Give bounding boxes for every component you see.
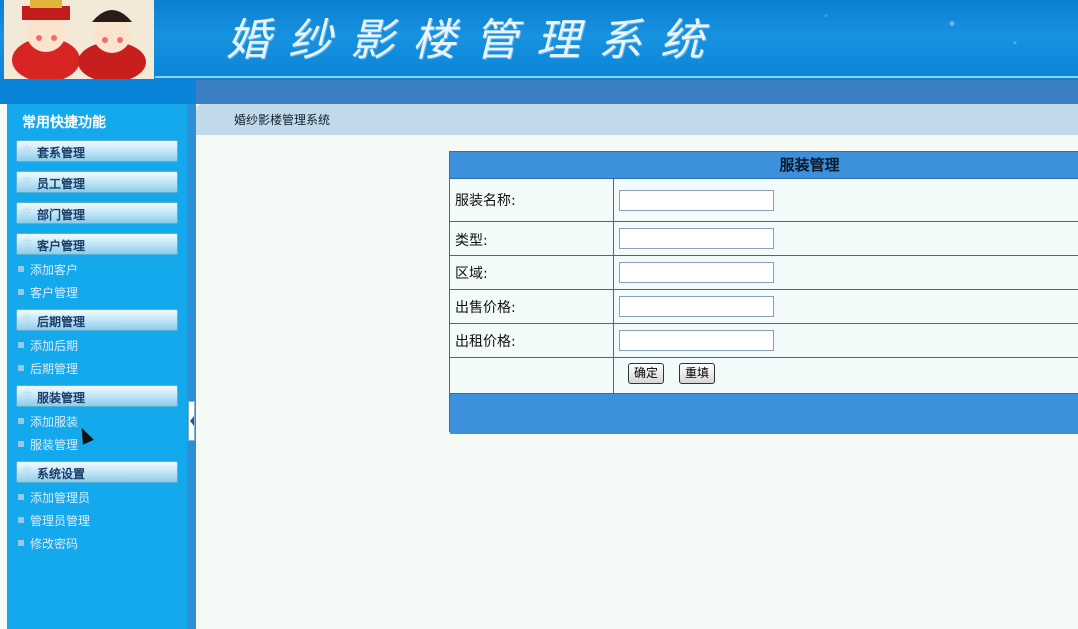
sidebar-category-staff[interactable]: ☆ 员工管理	[16, 171, 178, 193]
form-row-type: 类型:	[450, 221, 1078, 256]
sidebar-category-label: 客户管理	[37, 239, 86, 253]
top-nav-bar	[0, 80, 1078, 104]
bullet-icon	[18, 494, 24, 500]
area-input[interactable]	[619, 262, 774, 283]
sidebar-category-label: 部门管理	[37, 208, 86, 222]
sidebar-item-label: 客户管理	[30, 286, 79, 300]
sidebar-item-label: 修改密码	[30, 537, 79, 551]
sidebar-category-postproduction[interactable]: ☆ 后期管理	[16, 309, 178, 331]
bullet-icon	[18, 266, 24, 272]
star-icon: ☆	[21, 236, 33, 251]
sidebar-category-label: 系统设置	[37, 467, 86, 481]
sidebar-item-label: 服装管理	[30, 438, 79, 452]
field-label: 类型:	[455, 233, 488, 249]
type-input[interactable]	[619, 228, 774, 249]
sale-price-input[interactable]	[619, 296, 774, 317]
bullet-icon	[18, 289, 24, 295]
column-divider	[613, 179, 614, 222]
sidebar-item-label: 添加管理员	[30, 491, 91, 505]
costume-form: 服装管理 服装名称: 类型: 区域: 出售价格: 出租价格: 确定 重填	[449, 151, 1078, 434]
reset-button[interactable]: 重填	[679, 363, 716, 384]
form-row-name: 服装名称:	[450, 178, 1078, 222]
field-label: 区域:	[455, 266, 488, 282]
star-icon: ☆	[21, 174, 33, 189]
costume-name-input[interactable]	[619, 190, 774, 211]
bullet-icon	[18, 365, 24, 371]
header-divider	[155, 76, 1078, 78]
sidebar-item-label: 添加服装	[30, 415, 79, 429]
star-icon: ☆	[21, 388, 33, 403]
star-icon: ☆	[21, 205, 33, 220]
sidebar-item-label: 后期管理	[30, 362, 79, 376]
app-title: 婚纱影楼管理系统	[226, 15, 722, 66]
breadcrumb: 婚纱影楼管理系统	[234, 113, 331, 127]
form-row-area: 区域:	[450, 255, 1078, 290]
bullet-icon	[18, 418, 24, 424]
logo-image	[4, 0, 154, 79]
star-icon: ☆	[21, 312, 33, 327]
column-divider	[613, 358, 614, 394]
column-divider	[613, 290, 614, 324]
sidebar-item-label: 管理员管理	[30, 514, 91, 528]
field-label: 出租价格:	[455, 334, 516, 350]
top-nav-bar-right	[196, 80, 1078, 104]
field-label: 服装名称:	[455, 193, 516, 209]
bullet-icon	[18, 342, 24, 348]
sidebar-category-package[interactable]: ☆ 套系管理	[16, 140, 178, 162]
star-icon: ☆	[21, 143, 33, 158]
form-caption: 服装管理	[450, 152, 1078, 178]
sidebar-category-system-settings[interactable]: ☆ 系统设置	[16, 461, 178, 483]
sidebar: 常用快捷功能 ☆ 套系管理 ☆ 员工管理 ☆ 部门管理 ☆ 客户管理 添加客户 …	[7, 104, 187, 629]
chevron-left-icon	[190, 416, 194, 426]
bullet-icon	[18, 540, 24, 546]
sidebar-item-label: 添加客户	[30, 263, 79, 277]
column-divider	[613, 324, 614, 358]
sidebar-category-customer[interactable]: ☆ 客户管理	[16, 233, 178, 255]
sidebar-category-label: 服装管理	[37, 391, 86, 405]
sidebar-category-label: 员工管理	[37, 177, 86, 191]
form-row-sale-price: 出售价格:	[450, 289, 1078, 324]
star-icon: ☆	[21, 464, 33, 479]
collapse-sidebar-handle[interactable]	[188, 401, 195, 441]
sidebar-heading: 常用快捷功能	[22, 115, 106, 131]
form-footer	[450, 393, 1078, 434]
rent-price-input[interactable]	[619, 330, 774, 351]
sidebar-category-label: 套系管理	[37, 146, 86, 160]
sidebar-category-label: 后期管理	[37, 315, 86, 329]
column-divider	[613, 256, 614, 290]
sidebar-splitter[interactable]	[187, 104, 196, 629]
sidebar-category-costume[interactable]: ☆ 服装管理	[16, 385, 178, 407]
field-label: 出售价格:	[455, 300, 516, 316]
form-row-actions: 确定 重填	[450, 357, 1078, 394]
sidebar-category-department[interactable]: ☆ 部门管理	[16, 202, 178, 224]
sidebar-item-label: 添加后期	[30, 339, 79, 353]
column-divider	[613, 222, 614, 256]
bullet-icon	[18, 441, 24, 447]
form-row-rent-price: 出租价格:	[450, 323, 1078, 358]
breadcrumb-bar: 婚纱影楼管理系统	[196, 104, 1078, 135]
bullet-icon	[18, 517, 24, 523]
submit-button[interactable]: 确定	[628, 363, 665, 384]
